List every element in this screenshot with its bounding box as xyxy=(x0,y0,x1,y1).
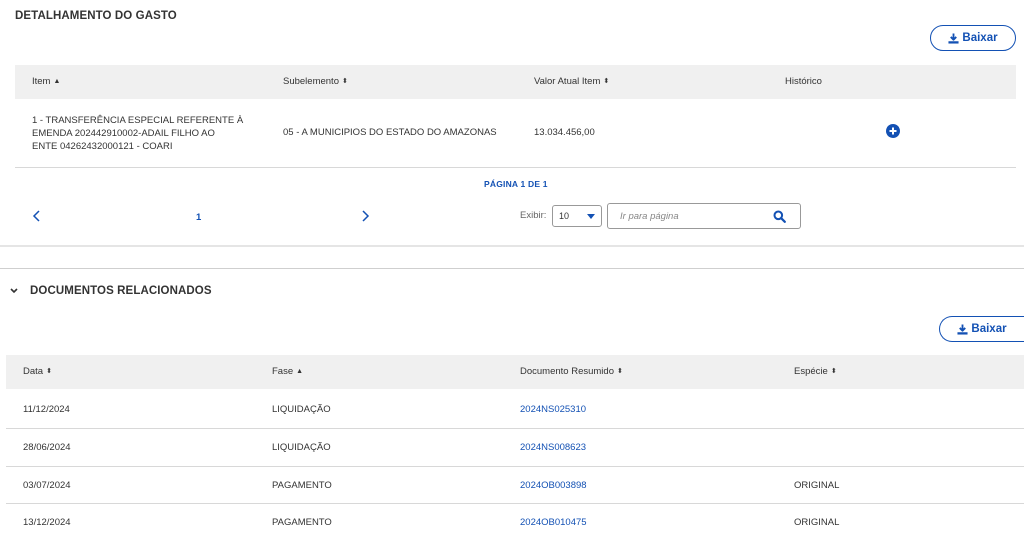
fase-cell: PAGAMENTO xyxy=(272,517,332,528)
item-cell: 1 - TRANSFERÊNCIA ESPECIAL REFERENTE À E… xyxy=(32,115,244,152)
data-cell: 03/07/2024 xyxy=(23,480,71,491)
column-header-item[interactable]: Item ▲ xyxy=(32,65,60,99)
section-divider xyxy=(0,268,1024,269)
page-size-select[interactable]: 10 xyxy=(552,205,602,227)
chevron-down-icon xyxy=(587,213,595,219)
sort-icon: ⬍ xyxy=(830,368,837,375)
divider xyxy=(15,167,1016,168)
page-size-value: 10 xyxy=(559,211,570,221)
column-header-subelemento[interactable]: Subelemento ⬍ xyxy=(283,65,348,99)
section-divider xyxy=(0,245,1024,247)
data-cell: 11/12/2024 xyxy=(23,404,70,415)
especie-cell: ORIGINAL xyxy=(794,480,840,491)
download-icon xyxy=(948,32,959,44)
column-header-documento[interactable]: Documento Resumido ⬍ xyxy=(520,355,623,389)
documentos-download-label: Baixar xyxy=(971,323,1007,335)
sort-icon: ⬍ xyxy=(603,78,610,85)
especie-cell: ORIGINAL xyxy=(794,517,840,528)
documentos-toggle[interactable]: DOCUMENTOS RELACIONADOS xyxy=(10,285,212,297)
sort-icon: ⬍ xyxy=(617,368,623,375)
gasto-section-title: DETALHAMENTO DO GASTO xyxy=(15,10,177,22)
sort-icon: ⬍ xyxy=(46,368,52,375)
page-number-current[interactable]: 1 xyxy=(196,212,201,223)
sort-asc-icon: ▲ xyxy=(296,368,304,375)
column-header-fase[interactable]: Fase ▲ xyxy=(272,355,303,389)
documento-link[interactable]: 2024NS008623 xyxy=(520,442,586,453)
documento-link[interactable]: 2024OB003898 xyxy=(520,480,587,491)
search-icon[interactable] xyxy=(773,210,786,223)
data-cell: 13/12/2024 xyxy=(23,517,71,528)
gasto-download-label: Baixar xyxy=(962,32,998,44)
fase-cell: LIQUIDAÇÃO xyxy=(272,442,331,453)
row-divider xyxy=(6,428,1024,429)
documento-link[interactable]: 2024OB010475 xyxy=(520,517,587,528)
chevron-down-icon xyxy=(10,288,18,294)
exibir-label: Exibir: xyxy=(520,210,547,221)
documentos-section-title: DOCUMENTOS RELACIONADOS xyxy=(30,285,212,297)
download-icon xyxy=(957,323,968,335)
column-header-data[interactable]: Data ⬍ xyxy=(23,355,52,389)
page-indicator: PÁGINA 1 DE 1 xyxy=(484,179,548,189)
documentos-table-header: Data ⬍ Fase ▲ Documento Resumido ⬍ Espécie ⬍ xyxy=(6,355,1024,389)
gasto-download-button[interactable]: Baixar xyxy=(930,25,1016,51)
gasto-table-header: Item ▲ Subelemento ⬍ Valor Atual Item ⬍ His… xyxy=(15,65,1016,99)
sort-icon: ⬍ xyxy=(341,78,348,85)
documento-link[interactable]: 2024NS025310 xyxy=(520,404,586,415)
documentos-download-button[interactable]: Baixar xyxy=(939,316,1024,342)
row-divider xyxy=(6,503,1024,504)
column-header-especie[interactable]: Espécie ⬍ xyxy=(794,355,837,389)
valor-cell: 13.034.456,00 xyxy=(534,127,595,138)
column-header-historico: Histórico xyxy=(785,76,822,87)
goto-page-placeholder: Ir para página xyxy=(620,210,679,222)
sort-asc-icon: ▲ xyxy=(53,78,61,85)
row-divider xyxy=(6,466,1024,467)
plus-circle-icon[interactable] xyxy=(886,124,900,138)
chevron-right-icon[interactable] xyxy=(357,208,373,224)
fase-cell: LIQUIDAÇÃO xyxy=(272,404,331,415)
column-header-valor[interactable]: Valor Atual Item ⬍ xyxy=(534,65,609,99)
fase-cell: PAGAMENTO xyxy=(272,480,332,491)
data-cell: 28/06/2024 xyxy=(23,442,71,453)
chevron-left-icon[interactable] xyxy=(28,208,44,224)
goto-page-input[interactable]: Ir para página xyxy=(607,203,801,229)
subelemento-cell: 05 - A MUNICIPIOS DO ESTADO DO AMAZONAS xyxy=(283,127,497,138)
